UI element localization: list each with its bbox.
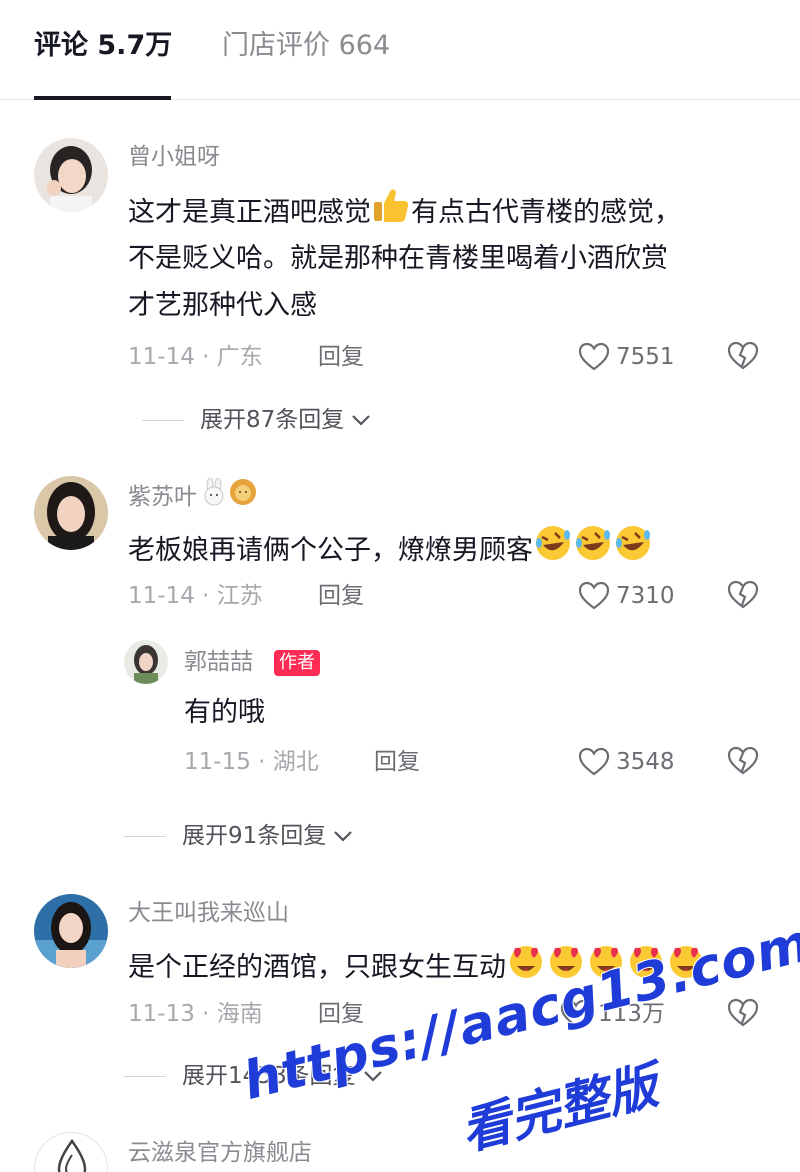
divider-line (142, 419, 184, 421)
expand-replies-label: 展开87条回复 (200, 407, 345, 433)
avatar[interactable] (34, 476, 108, 550)
reply-avatar[interactable] (124, 640, 168, 684)
rofl-emoji (533, 523, 573, 577)
thumbs-up-emoji (371, 185, 411, 239)
comment-meta: 11-13 · 海南 (128, 997, 263, 1031)
comment-username[interactable]: 大王叫我来巡山 (128, 896, 289, 930)
comment-username[interactable]: 云滋泉官方旗舰店 (128, 1136, 312, 1170)
comment-location: 海南 (216, 1001, 263, 1027)
heart-icon (578, 747, 610, 776)
active-tab-indicator (34, 96, 171, 100)
broken-heart-icon (727, 998, 759, 1027)
comment-username[interactable]: 曾小姐呀 (128, 140, 220, 174)
comment-text-line: 不是贬义哈。就是那种在青楼里喝着小酒欣赏 (128, 243, 668, 274)
comment-text-line: 才艺那种代入感 (128, 290, 317, 321)
comment-date: 11-14 (128, 583, 195, 609)
meta-separator: · (194, 583, 217, 609)
rofl-emoji (573, 523, 613, 577)
rabbit-emoji (201, 477, 227, 516)
meta-separator: · (194, 1001, 217, 1027)
author-badge: 作者 (274, 650, 320, 676)
reply-button[interactable]: 回复 (318, 579, 364, 613)
expand-replies-button[interactable]: 展开91条回复 (124, 819, 354, 853)
lion-emoji (229, 478, 257, 516)
expand-replies-label: 展开91条回复 (182, 823, 327, 849)
expand-replies-button[interactable]: 展开87条回复 (142, 403, 372, 437)
water-drop-logo (35, 1133, 107, 1172)
divider-line (124, 1075, 166, 1077)
avatar[interactable] (34, 1132, 108, 1172)
dislike-button[interactable] (727, 746, 759, 780)
like-button[interactable]: 3548 (578, 745, 675, 779)
comment-text-part: 老板娘再请俩个公子，燎燎男顾客 (128, 535, 533, 566)
comment-tabs: 评论 5.7万 门店评价 664 (0, 0, 800, 100)
avatar[interactable] (34, 894, 108, 968)
comment-username[interactable]: 紫苏叶 (128, 477, 257, 516)
reply-location: 湖北 (272, 749, 319, 775)
like-button[interactable]: 7551 (578, 340, 675, 374)
broken-heart-icon (727, 341, 759, 370)
reply-username[interactable]: 郭喆喆 (184, 645, 253, 679)
comment-date: 11-13 (128, 1001, 195, 1027)
like-count: 7310 (616, 583, 675, 609)
tab-comments[interactable]: 评论 5.7万 (34, 26, 172, 66)
broken-heart-icon (727, 580, 759, 609)
reply-button[interactable]: 回复 (318, 340, 364, 374)
dislike-button[interactable] (727, 580, 759, 614)
broken-heart-icon (727, 746, 759, 775)
comment-text: 老板娘再请俩个公子，燎燎男顾客 (128, 523, 653, 577)
like-count: 3548 (616, 749, 675, 775)
comment-meta: 11-14 · 江苏 (128, 579, 263, 613)
comment-text-part: 这才是真正酒吧感觉 (128, 197, 371, 228)
reply-text: 有的哦 (184, 697, 265, 728)
comment-date: 11-14 (128, 344, 195, 370)
comment-text: 这才是真正酒吧感觉 有点古代青楼的感觉， (128, 185, 681, 239)
heart-icon (578, 342, 610, 371)
heart-icon (578, 581, 610, 610)
chevron-down-icon (334, 831, 353, 842)
meta-separator: · (250, 749, 273, 775)
like-count: 7551 (616, 344, 675, 370)
reply-button[interactable]: 回复 (374, 745, 420, 779)
comment-location: 江苏 (216, 583, 263, 609)
watermark-text: 看完整版 (454, 1055, 664, 1162)
rofl-emoji (613, 523, 653, 577)
dislike-button[interactable] (727, 341, 759, 375)
tab-store-reviews[interactable]: 门店评价 664 (222, 26, 390, 66)
meta-separator: · (194, 344, 217, 370)
comment-location: 广东 (216, 344, 263, 370)
comment-text-part: 有点古代青楼的感觉， (411, 197, 681, 228)
reply-meta: 11-15 · 湖北 (184, 745, 319, 779)
comment-text-part: 是个正经的酒馆，只跟女生互动 (128, 952, 506, 983)
reply-date: 11-15 (184, 749, 251, 775)
like-button[interactable]: 7310 (578, 579, 675, 613)
divider-line (124, 835, 166, 837)
comment-meta: 11-14 · 广东 (128, 340, 263, 374)
dislike-button[interactable] (727, 998, 759, 1032)
comment-username-text: 紫苏叶 (128, 484, 197, 510)
chevron-down-icon (352, 415, 371, 426)
avatar[interactable] (34, 138, 108, 212)
